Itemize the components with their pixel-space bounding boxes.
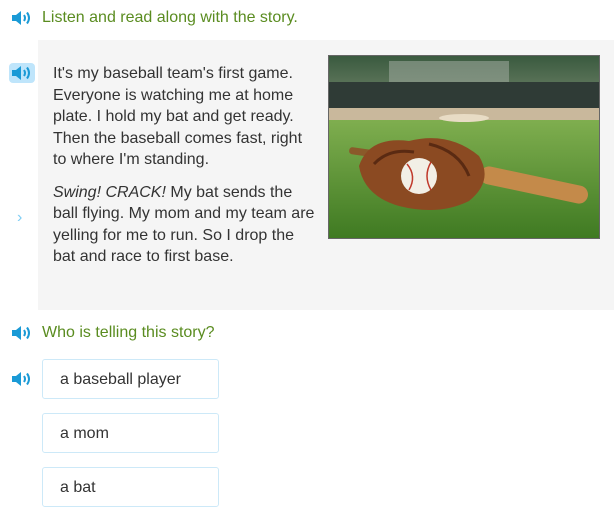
story-text: It's my baseball team's first game. Ever…	[53, 55, 600, 268]
question-speaker-icon[interactable]	[9, 323, 35, 343]
story-photo	[328, 55, 600, 239]
choice-mom[interactable]: a mom	[42, 413, 219, 453]
instruction-speaker-icon[interactable]	[9, 8, 35, 28]
choice-speaker-icon[interactable]	[9, 369, 35, 389]
story-emphasis: Swing! CRACK!	[53, 183, 166, 201]
chevron-right-icon: ›	[17, 209, 23, 226]
choice-baseball-player[interactable]: a baseball player	[42, 359, 219, 399]
speaker-icon	[12, 11, 30, 25]
speaker-icon	[12, 372, 30, 386]
instruction-text: Listen and read along with the story.	[42, 9, 298, 26]
question-text: Who is telling this story?	[42, 324, 215, 341]
choice-bat[interactable]: a bat	[42, 467, 219, 507]
speaker-icon	[12, 66, 30, 80]
story-speaker-icon[interactable]	[9, 63, 35, 83]
speaker-icon	[12, 326, 30, 340]
baseball-glove-photo	[328, 55, 600, 239]
